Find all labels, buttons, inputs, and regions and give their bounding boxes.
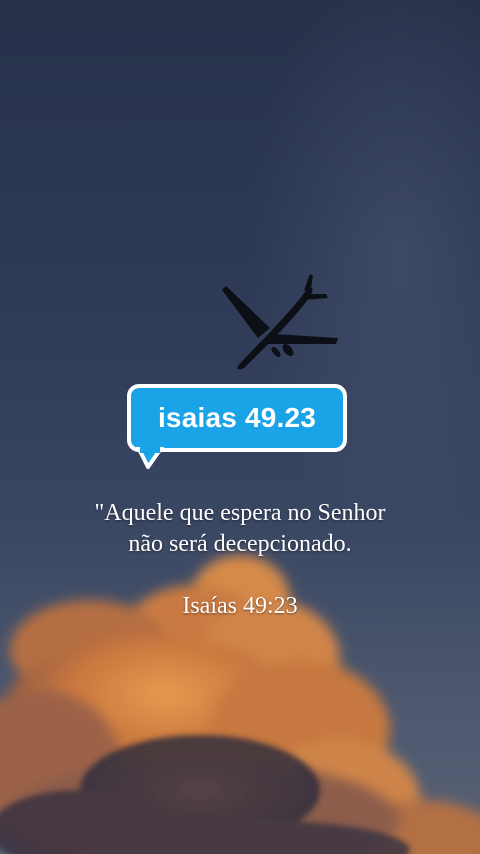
badge-label: isaias 49.23: [157, 402, 317, 433]
verse-reference: Isaías 49:23: [182, 593, 298, 619]
verse-line-1: "Aquele que espera no Senhor: [94, 500, 386, 526]
speech-bubble-tail: [136, 447, 164, 469]
verse-reference-badge: isaias 49.23: [127, 384, 347, 452]
verse-text: "Aquele que espera no Senhor não será de…: [20, 498, 460, 560]
airplane-icon: [222, 274, 338, 370]
verse-line-2: não será decepcionado.: [128, 531, 352, 557]
